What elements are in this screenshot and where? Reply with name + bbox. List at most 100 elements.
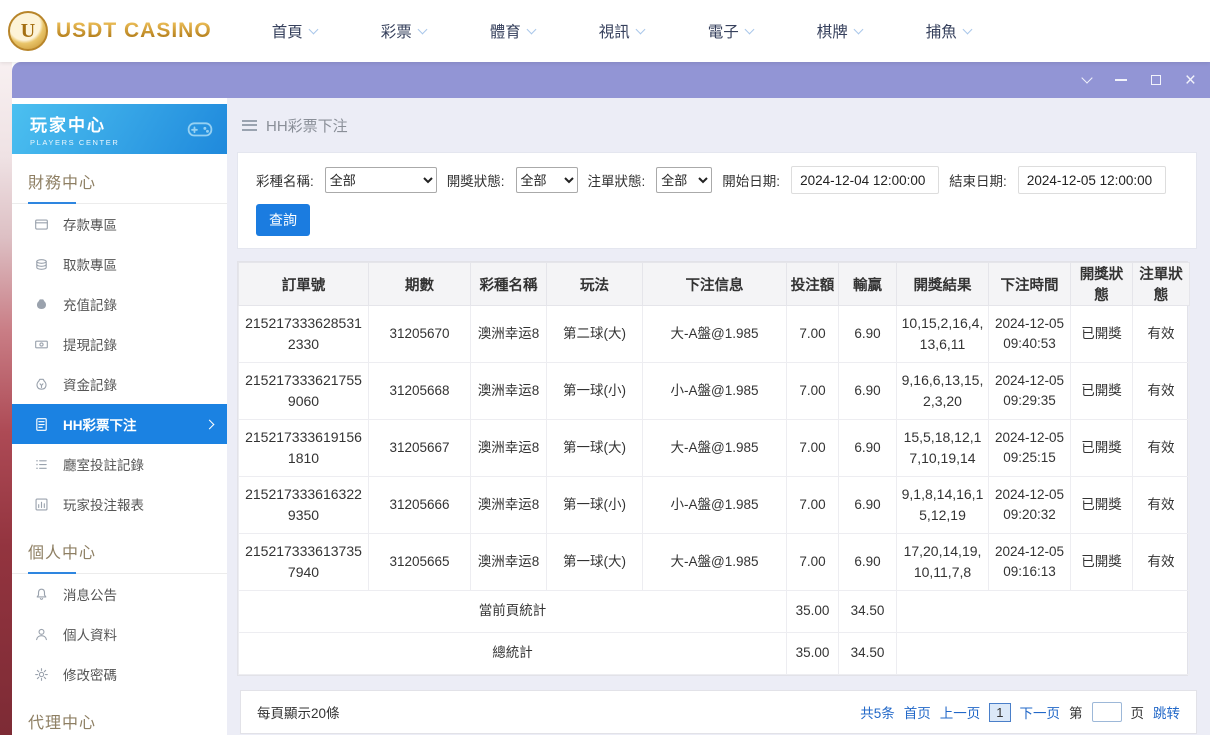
next-page-link[interactable]: 下一页 xyxy=(1020,702,1061,722)
search-button[interactable]: 查詢 xyxy=(256,204,310,236)
table-header-row: 訂單號 期數 彩種名稱 玩法 下注信息 投注額 輸贏 開獎結果 下注時間 開獎狀態 注單狀態 xyxy=(238,262,1190,306)
sidebar-item-recharge-record[interactable]: 充值記錄 xyxy=(12,284,227,324)
nav-item-lottery[interactable]: 彩票 xyxy=(381,20,428,42)
sidebar-item-room-bet-record[interactable]: 廳室投註記錄 xyxy=(12,444,227,484)
logo[interactable]: U USDT CASINO xyxy=(8,11,212,51)
order-status-select[interactable]: 全部 xyxy=(656,167,713,193)
chevron-right-icon xyxy=(204,419,215,429)
cell-period: 31205666 xyxy=(368,476,471,534)
cell-win-loss: 6.90 xyxy=(838,533,897,591)
page-total-winloss: 34.50 xyxy=(838,590,897,633)
cell-order-status: 有效 xyxy=(1132,419,1190,477)
cell-order-number: 2152173336285312330 xyxy=(238,305,369,363)
first-page-link[interactable]: 首页 xyxy=(904,702,931,722)
background-photo-strip xyxy=(0,62,12,735)
cell-draw-result: 9,1,8,14,16,15,12,19 xyxy=(896,476,989,534)
sidebar-item-deposit[interactable]: 存款專區 xyxy=(12,204,227,244)
grand-total-spacer xyxy=(896,632,1190,675)
nav-item-live-video[interactable]: 視訊 xyxy=(598,20,646,42)
nav-item-sports[interactable]: 體育 xyxy=(490,20,537,42)
cell-bet-info: 小-A盤@1.985 xyxy=(642,362,787,420)
cell-order-number: 2152173336137357940 xyxy=(238,533,369,591)
grand-total-amount: 35.00 xyxy=(786,632,839,675)
minimize-icon[interactable] xyxy=(1114,79,1127,81)
lottery-name-select[interactable]: 全部 xyxy=(324,167,437,193)
nav-item-board-games[interactable]: 棋牌 xyxy=(817,20,864,42)
end-date-label: 結束日期: xyxy=(949,174,1007,189)
cell-bet-time: 2024-12-05 09:40:53 xyxy=(988,305,1071,363)
draw-status-select[interactable]: 全部 xyxy=(515,167,578,193)
start-date-input[interactable] xyxy=(791,166,940,194)
cell-order-status: 有效 xyxy=(1132,533,1190,591)
page-title: HH彩票下注 xyxy=(266,117,348,135)
cell-bet-time: 2024-12-05 09:25:15 xyxy=(988,419,1071,477)
cell-period: 31205665 xyxy=(368,533,471,591)
jump-link[interactable]: 跳转 xyxy=(1153,702,1180,722)
cell-bet-amount: 7.00 xyxy=(786,305,839,363)
col-header-draw-status: 開獎狀態 xyxy=(1070,262,1133,306)
col-header-order-number: 訂單號 xyxy=(238,262,369,306)
close-icon[interactable]: × xyxy=(1185,71,1196,90)
chevron-down-icon xyxy=(744,24,755,34)
cell-play-type: 第一球(大) xyxy=(546,419,643,477)
end-date-input[interactable] xyxy=(1017,166,1166,194)
prev-page-link[interactable]: 上一页 xyxy=(940,702,981,722)
cell-win-loss: 6.90 xyxy=(838,476,897,534)
sidebar-item-player-bet-report[interactable]: 玩家投注報表 xyxy=(12,484,227,524)
sidebar-item-funds-record[interactable]: 資金記錄 xyxy=(12,364,227,404)
cell-bet-info: 大-A盤@1.985 xyxy=(642,305,787,363)
cell-play-type: 第一球(大) xyxy=(546,533,643,591)
chevron-down-icon xyxy=(853,24,864,34)
page-total-row: 當前頁統計 35.00 34.50 xyxy=(238,590,1190,633)
sidebar-item-label: 取款專區 xyxy=(63,258,117,273)
hamburger-icon[interactable] xyxy=(242,119,257,131)
bets-table-card: 訂單號 期數 彩種名稱 玩法 下注信息 投注額 輸贏 開獎結果 下注時間 開獎狀態 注單狀態 215… xyxy=(237,261,1190,676)
cell-lottery-name: 澳洲幸运8 xyxy=(470,419,547,477)
page-jump-input[interactable] xyxy=(1091,702,1122,722)
sidebar-item-profile[interactable]: 個人資料 xyxy=(12,614,227,654)
gamepad-icon xyxy=(185,116,215,147)
deposit-icon xyxy=(34,216,50,232)
cell-bet-time: 2024-12-05 09:16:13 xyxy=(988,533,1071,591)
sidebar-item-hh-lottery-bet[interactable]: HH彩票下注 xyxy=(12,404,227,444)
cell-draw-result: 15,5,18,12,17,10,19,14 xyxy=(896,419,989,477)
col-header-bet-info: 下注信息 xyxy=(642,262,787,306)
sidebar-item-withdrawal-record[interactable]: 提現記錄 xyxy=(12,324,227,364)
bets-table: 訂單號 期數 彩種名稱 玩法 下注信息 投注額 輸贏 開獎結果 下注時間 開獎狀態 注單狀態 215… xyxy=(238,262,1190,675)
col-header-bet-time: 下注時間 xyxy=(988,262,1071,306)
cell-play-type: 第一球(小) xyxy=(546,362,643,420)
cell-bet-amount: 7.00 xyxy=(786,419,839,477)
chevron-down-icon[interactable] xyxy=(1081,72,1093,84)
chevron-down-icon xyxy=(417,24,428,34)
profile-icon xyxy=(34,626,50,642)
maximize-icon[interactable] xyxy=(1150,75,1161,85)
cell-draw-status: 已開獎 xyxy=(1070,305,1133,363)
sidebar-item-withdraw[interactable]: 取款專區 xyxy=(12,244,227,284)
nav-item-home[interactable]: 首頁 xyxy=(272,20,319,42)
room-record-icon xyxy=(34,456,50,472)
col-header-bet-amount: 投注額 xyxy=(786,262,839,306)
col-header-draw-result: 開獎結果 xyxy=(896,262,989,306)
cell-draw-status: 已開獎 xyxy=(1070,476,1133,534)
withdrawal-record-icon xyxy=(34,336,50,352)
cell-draw-result: 10,15,2,16,4,13,6,11 xyxy=(896,305,989,363)
table-row: 2152173336137357940 31205665 澳洲幸运8 第一球(大) 大-… xyxy=(238,533,1190,591)
table-row: 2152173336217559060 31205668 澳洲幸运8 第一球(小) 小-… xyxy=(238,362,1190,420)
lottery-bet-icon xyxy=(34,416,50,432)
order-status-label: 注單狀態: xyxy=(587,174,646,189)
nav-item-label: 視訊 xyxy=(598,24,630,41)
sidebar-item-announcements[interactable]: 消息公告 xyxy=(12,574,227,614)
grand-total-winloss: 34.50 xyxy=(838,632,897,675)
nav-item-egames[interactable]: 電子 xyxy=(708,20,755,42)
chevron-down-icon xyxy=(635,24,646,34)
section-title: 代理中心 xyxy=(12,694,227,735)
cell-win-loss: 6.90 xyxy=(838,305,897,363)
sidebar-item-label: 提現記錄 xyxy=(63,338,117,353)
sidebar-item-change-password[interactable]: 修改密碼 xyxy=(12,654,227,694)
cell-draw-status: 已開獎 xyxy=(1070,362,1133,420)
password-icon xyxy=(34,666,50,682)
cell-bet-info: 大-A盤@1.985 xyxy=(642,419,787,477)
nav-item-fishing[interactable]: 捕魚 xyxy=(926,20,973,42)
cell-bet-info: 小-A盤@1.985 xyxy=(642,476,787,534)
cell-bet-time: 2024-12-05 09:20:32 xyxy=(988,476,1071,534)
